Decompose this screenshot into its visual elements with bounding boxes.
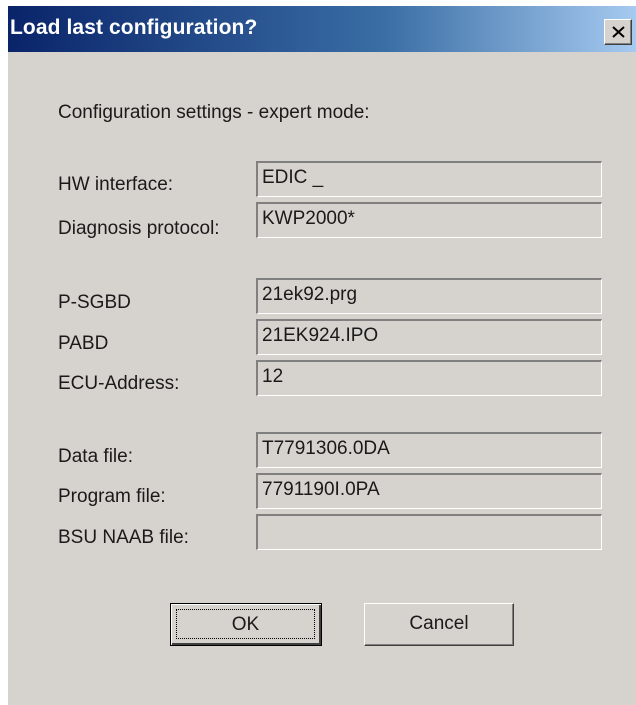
cancel-button[interactable]: Cancel <box>364 603 514 646</box>
title-bar[interactable]: Load last configuration? <box>8 6 636 52</box>
hw-interface-label: HW interface: <box>58 174 174 195</box>
ecu-address-field: 12 <box>256 360 602 396</box>
diagnosis-protocol-field: KWP2000* <box>256 202 602 238</box>
settings-heading: Configuration settings - expert mode: <box>58 102 370 123</box>
data-file-field: T7791306.0DA <box>256 432 602 468</box>
close-button[interactable] <box>604 19 632 45</box>
data-file-label: Data file: <box>58 446 133 467</box>
close-icon <box>612 26 625 38</box>
bsu-naab-file-field <box>256 514 602 550</box>
program-file-label: Program file: <box>58 486 166 507</box>
dialog-title: Load last configuration? <box>10 16 258 39</box>
p-sgbd-label: P-SGBD <box>58 292 131 313</box>
pabd-field: 21EK924.IPO <box>256 319 602 355</box>
ecu-address-label: ECU-Address: <box>58 373 180 394</box>
pabd-label: PABD <box>58 333 109 354</box>
program-file-field: 7791190I.0PA <box>256 473 602 509</box>
p-sgbd-field: 21ek92.prg <box>256 278 602 314</box>
ok-button[interactable]: OK <box>170 603 322 646</box>
ok-button-label: OK <box>176 609 315 639</box>
config-dialog: Load last configuration? Configuration s… <box>8 6 636 705</box>
diagnosis-protocol-label: Diagnosis protocol: <box>58 218 220 239</box>
bsu-naab-file-label: BSU NAAB file: <box>58 527 189 548</box>
hw-interface-field: EDIC _ <box>256 161 602 197</box>
